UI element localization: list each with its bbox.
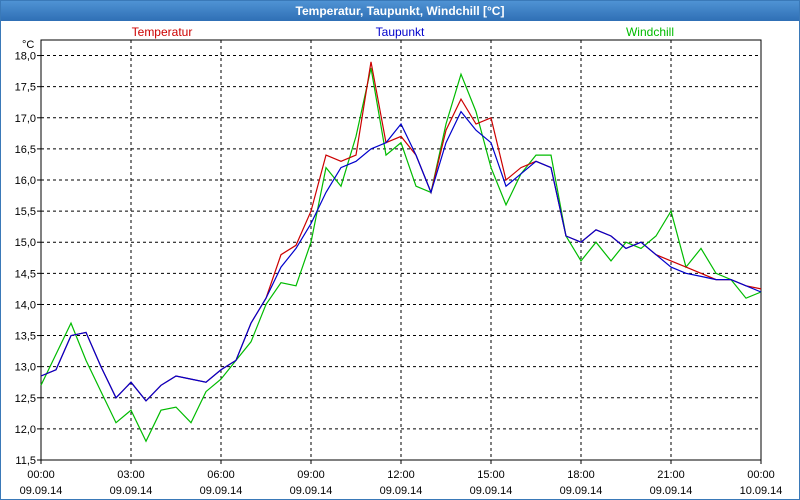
y-tick-label: 14,5 <box>15 268 36 280</box>
y-tick-label: 17,0 <box>15 113 36 125</box>
chart-canvas: 11,5 12,0 12,5 13,0 13,5 14,0 14,5 15,0 15,5 16,0… <box>15 25 783 497</box>
x-tick-date: 09.09.14 <box>290 485 333 497</box>
legend-temperatur: Temperatur <box>132 25 193 39</box>
x-tick-date: 09.09.14 <box>470 485 513 497</box>
x-tick-time: 06:00 <box>207 469 235 481</box>
x-tick-time: 12:00 <box>387 469 415 481</box>
x-tick-time: 03:00 <box>117 469 145 481</box>
x-tick-labels: 00:00 09.09.14 03:00 09.09.14 06:00 09.09.14 0… <box>20 469 783 497</box>
y-tick-label: 12,5 <box>15 393 36 405</box>
x-tick-date: 09.09.14 <box>200 485 243 497</box>
x-tick-time: 09:00 <box>297 469 325 481</box>
y-tick-label: 13,0 <box>15 362 36 374</box>
y-tick-label: 18,0 <box>15 51 36 63</box>
legend-windchill: Windchill <box>626 25 674 39</box>
x-tick-time: 21:00 <box>657 469 685 481</box>
y-tick-label: 14,0 <box>15 299 36 311</box>
x-tick-date: 09.09.14 <box>560 485 603 497</box>
y-tick-label: 16,5 <box>15 144 36 156</box>
x-tick-date: 09.09.14 <box>380 485 423 497</box>
y-tick-label: 13,5 <box>15 331 36 343</box>
y-tick-label: 15,5 <box>15 206 36 218</box>
x-tick-date: 09.09.14 <box>20 485 63 497</box>
y-tick-labels: 11,5 12,0 12,5 13,0 13,5 14,0 14,5 15,0 15,5 16,0… <box>15 51 36 467</box>
legend-taupunkt: Taupunkt <box>376 25 425 39</box>
x-tick-date: 09.09.14 <box>650 485 693 497</box>
y-tick-label: 15,0 <box>15 237 36 249</box>
x-tick-time: 00:00 <box>747 469 775 481</box>
y-tick-label: 12,0 <box>15 424 36 436</box>
x-tick-time: 15:00 <box>477 469 505 481</box>
x-tick-time: 00:00 <box>27 469 55 481</box>
x-tick-date: 10.09.14 <box>740 485 783 497</box>
y-axis-label: °C <box>22 39 34 51</box>
y-tick-label: 16,0 <box>15 175 36 187</box>
y-tick-label: 17,5 <box>15 82 36 94</box>
x-tick-time: 18:00 <box>567 469 595 481</box>
x-tick-date: 09.09.14 <box>110 485 153 497</box>
y-tick-label: 11,5 <box>15 455 36 467</box>
